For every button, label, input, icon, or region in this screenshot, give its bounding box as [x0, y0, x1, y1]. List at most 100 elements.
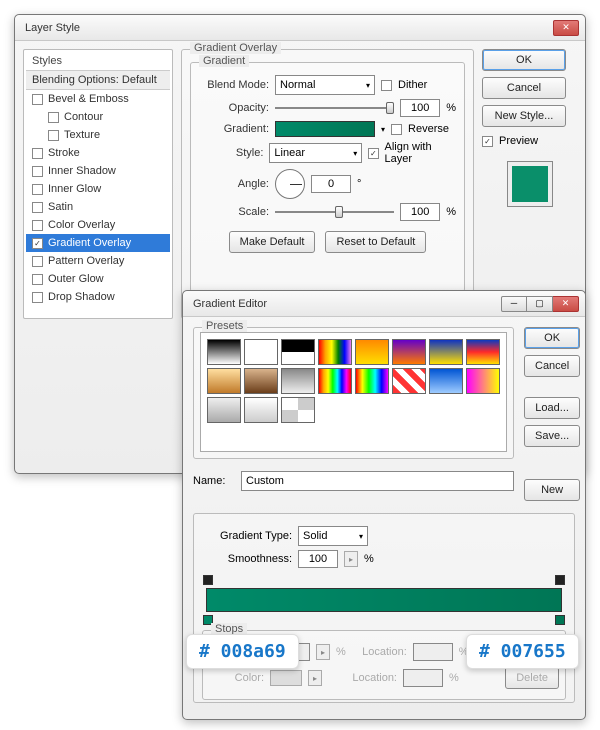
maximize-icon[interactable]: ▢ [527, 296, 553, 312]
smoothness-label: Smoothness: [202, 553, 292, 565]
reset-default-button[interactable]: Reset to Default [325, 231, 426, 253]
color-stop-right[interactable] [555, 615, 565, 625]
name-input[interactable] [241, 471, 514, 491]
preset-swatch[interactable] [281, 339, 315, 365]
align-checkbox[interactable] [368, 148, 378, 159]
ge-new-button[interactable]: New [524, 479, 580, 501]
gradient-editor-titlebar[interactable]: Gradient Editor ─ ▢ ✕ [183, 291, 585, 317]
preset-swatch[interactable] [318, 368, 352, 394]
preset-swatch[interactable] [466, 368, 500, 394]
style-item-checkbox[interactable] [32, 166, 43, 177]
preset-swatch[interactable] [207, 368, 241, 394]
delete-color-stop-button: Delete [505, 667, 559, 689]
dither-checkbox[interactable] [381, 80, 392, 91]
blend-mode-select[interactable]: Normal▾ [275, 75, 375, 95]
opacity-stop-left[interactable] [203, 575, 213, 585]
presets-box[interactable] [200, 332, 507, 452]
opacity-input[interactable] [400, 99, 440, 117]
preset-swatch[interactable] [244, 368, 278, 394]
style-item-checkbox[interactable] [32, 238, 43, 249]
gradient-type-select[interactable]: Solid▾ [298, 526, 368, 546]
preset-swatch[interactable] [244, 397, 278, 423]
layer-style-titlebar[interactable]: Layer Style ✕ [15, 15, 585, 41]
chevron-down-icon: ▾ [359, 532, 363, 541]
style-item-gradient-overlay[interactable]: Gradient Overlay [26, 234, 170, 252]
ge-ok-button[interactable]: OK [524, 327, 580, 349]
style-item-contour[interactable]: Contour [26, 108, 170, 126]
style-item-label: Texture [64, 129, 100, 141]
ge-cancel-button[interactable]: Cancel [524, 355, 580, 377]
gradient-definition-group: Gradient Type: Solid▾ Smoothness: ▸ % St… [193, 513, 575, 703]
close-icon[interactable]: ✕ [553, 296, 579, 312]
style-item-checkbox[interactable] [32, 94, 43, 105]
style-item-checkbox[interactable] [32, 256, 43, 267]
style-item-checkbox[interactable] [32, 220, 43, 231]
style-item-satin[interactable]: Satin [26, 198, 170, 216]
ge-load-button[interactable]: Load... [524, 397, 580, 419]
style-item-color-overlay[interactable]: Color Overlay [26, 216, 170, 234]
ge-save-button[interactable]: Save... [524, 425, 580, 447]
scale-label: Scale: [199, 206, 269, 218]
style-item-drop-shadow[interactable]: Drop Shadow [26, 288, 170, 306]
style-item-checkbox[interactable] [48, 130, 59, 141]
style-item-texture[interactable]: Texture [26, 126, 170, 144]
style-item-checkbox[interactable] [32, 184, 43, 195]
style-item-checkbox[interactable] [32, 148, 43, 159]
style-value: Linear [274, 147, 305, 159]
preset-swatch[interactable] [392, 339, 426, 365]
preset-swatch[interactable] [281, 397, 315, 423]
gradient-type-label: Gradient Type: [202, 530, 292, 542]
layer-style-right-column: OK Cancel New Style... Preview [482, 49, 577, 319]
preset-swatch[interactable] [207, 397, 241, 423]
preset-swatch[interactable] [392, 368, 426, 394]
preset-swatch[interactable] [244, 339, 278, 365]
style-item-pattern-overlay[interactable]: Pattern Overlay [26, 252, 170, 270]
make-default-button[interactable]: Make Default [229, 231, 316, 253]
style-item-checkbox[interactable] [32, 292, 43, 303]
minimize-icon[interactable]: ─ [501, 296, 527, 312]
preset-swatch[interactable] [318, 339, 352, 365]
style-item-checkbox[interactable] [48, 112, 59, 123]
blending-options[interactable]: Blending Options: Default [26, 70, 170, 90]
opacity-stop-right[interactable] [555, 575, 565, 585]
preset-swatch[interactable] [429, 339, 463, 365]
gradient-subgroup: Gradient Blend Mode: Normal▾ Dither Opac… [190, 62, 465, 292]
style-select[interactable]: Linear▾ [269, 143, 362, 163]
chevron-down-icon[interactable]: ▾ [381, 125, 385, 134]
preset-swatch[interactable] [466, 339, 500, 365]
styles-list: Styles Blending Options: Default Bevel &… [23, 49, 173, 319]
angle-input[interactable] [311, 175, 351, 193]
angle-dial[interactable] [275, 169, 305, 199]
stop-color-label: Color: [209, 672, 264, 684]
style-item-bevel-emboss[interactable]: Bevel & Emboss [26, 90, 170, 108]
gradient-bar[interactable] [206, 588, 562, 612]
ok-button[interactable]: OK [482, 49, 566, 71]
style-item-label: Bevel & Emboss [48, 93, 129, 105]
style-item-stroke[interactable]: Stroke [26, 144, 170, 162]
style-item-label: Gradient Overlay [48, 237, 131, 249]
style-item-checkbox[interactable] [32, 202, 43, 213]
preset-swatch[interactable] [207, 339, 241, 365]
opacity-slider[interactable] [275, 100, 394, 116]
scale-slider[interactable] [275, 204, 394, 220]
style-item-outer-glow[interactable]: Outer Glow [26, 270, 170, 288]
close-icon[interactable]: ✕ [553, 20, 579, 36]
preset-swatch[interactable] [281, 368, 315, 394]
style-item-inner-glow[interactable]: Inner Glow [26, 180, 170, 198]
style-item-inner-shadow[interactable]: Inner Shadow [26, 162, 170, 180]
new-style-button[interactable]: New Style... [482, 105, 566, 127]
preview-checkbox[interactable] [482, 136, 493, 147]
style-item-checkbox[interactable] [32, 274, 43, 285]
smoothness-input[interactable] [298, 550, 338, 568]
style-item-label: Pattern Overlay [48, 255, 124, 267]
cancel-button[interactable]: Cancel [482, 77, 566, 99]
reverse-checkbox[interactable] [391, 124, 402, 135]
gradient-swatch[interactable] [275, 121, 375, 137]
scale-input[interactable] [400, 203, 440, 221]
smoothness-stepper[interactable]: ▸ [344, 551, 358, 567]
preset-swatch[interactable] [355, 339, 389, 365]
styles-header[interactable]: Styles [26, 52, 170, 70]
percent-label: % [446, 206, 456, 218]
preset-swatch[interactable] [429, 368, 463, 394]
preset-swatch[interactable] [355, 368, 389, 394]
